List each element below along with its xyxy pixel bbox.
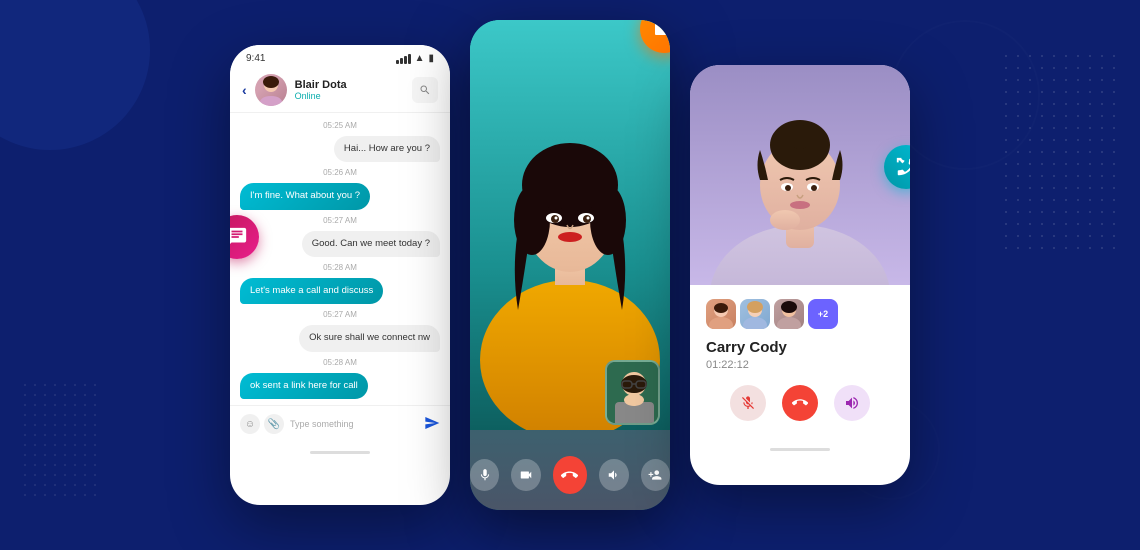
- video-controls: [470, 456, 670, 494]
- msg-bubble-received-3: Ok sure shall we connect nw: [299, 325, 440, 351]
- msg-time-3: 05:27 AM: [240, 216, 440, 225]
- msg-time-6: 05:28 AM: [240, 358, 440, 367]
- search-button[interactable]: [412, 77, 438, 103]
- input-icons: ☺ 📎: [240, 414, 284, 434]
- msg-time-1: 05:25 AM: [240, 121, 440, 130]
- group-call-info: +2 Carry Cody 01:22:12: [690, 285, 910, 435]
- msg-time-2: 05:26 AM: [240, 168, 440, 177]
- msg-bubble-received-2: Good. Can we meet today ?: [302, 231, 440, 257]
- send-button[interactable]: [424, 415, 440, 434]
- msg-bubble-sent-3: ok sent a link here for call: [240, 373, 368, 399]
- signal-bars: [396, 54, 411, 64]
- wifi-icon: ▲: [415, 53, 425, 64]
- group-call-controls: [706, 385, 894, 421]
- chat-input-area: ☺ 📎 Type something: [230, 405, 450, 442]
- group-end-call-button[interactable]: [782, 385, 818, 421]
- group-caller-name: Carry Cody: [706, 339, 894, 356]
- messages-area: 05:25 AM Hai... How are you ? 05:26 AM I…: [230, 113, 450, 405]
- home-bar: [230, 442, 450, 462]
- user-avatar: [255, 74, 287, 106]
- toggle-camera-button[interactable]: [511, 459, 540, 491]
- message-input[interactable]: Type something: [290, 415, 418, 433]
- attach-icon[interactable]: 📎: [264, 414, 284, 434]
- msg-time-5: 05:27 AM: [240, 310, 440, 319]
- group-avatar-3: [774, 299, 804, 329]
- phone-video: [470, 20, 670, 510]
- group-home-indicator: [770, 448, 830, 451]
- bg-dots-left: [20, 380, 100, 500]
- phones-container: 9:41 ▲ ▮ ‹: [230, 40, 910, 510]
- group-call-photo: [690, 65, 910, 285]
- user-status: Online: [295, 91, 404, 101]
- group-speaker-button[interactable]: [834, 385, 870, 421]
- status-bar: 9:41 ▲ ▮: [230, 45, 450, 68]
- chat-header: ‹ Blair Dota Online: [230, 68, 450, 113]
- back-button[interactable]: ‹: [242, 82, 247, 98]
- group-avatar-1: [706, 299, 736, 329]
- home-indicator: [310, 451, 370, 454]
- group-avatar-2: [740, 299, 770, 329]
- emoji-icon[interactable]: ☺: [240, 414, 260, 434]
- mute-mic-button[interactable]: [470, 459, 499, 491]
- msg-bubble-received-1: Hai... How are you ?: [334, 136, 440, 162]
- msg-bubble-sent-2: Let's make a call and discuss: [240, 278, 383, 304]
- user-info: Blair Dota Online: [295, 79, 404, 101]
- phone-chat: 9:41 ▲ ▮ ‹: [230, 45, 450, 505]
- msg-bubble-sent-1: I'm fine. What about you ?: [240, 183, 370, 209]
- user-name: Blair Dota: [295, 79, 404, 91]
- phone-group-call: +2 Carry Cody 01:22:12: [690, 65, 910, 485]
- group-avatar-plus-count: +2: [808, 299, 838, 329]
- msg-time-4: 05:28 AM: [240, 263, 440, 272]
- battery-icon: ▮: [428, 53, 434, 64]
- bg-decoration-1: [0, 0, 150, 150]
- speaker-button[interactable]: [599, 459, 628, 491]
- group-avatars-row: +2: [706, 299, 894, 329]
- group-mute-button[interactable]: [730, 385, 766, 421]
- group-call-timer: 01:22:12: [706, 359, 894, 371]
- clock: 9:41: [246, 53, 265, 64]
- group-home-bar: [690, 435, 910, 459]
- video-background: [470, 20, 670, 510]
- self-video-thumbnail: [605, 360, 660, 425]
- bg-dots-right: [1000, 50, 1120, 250]
- end-call-button[interactable]: [553, 456, 588, 494]
- add-participant-button[interactable]: [641, 459, 670, 491]
